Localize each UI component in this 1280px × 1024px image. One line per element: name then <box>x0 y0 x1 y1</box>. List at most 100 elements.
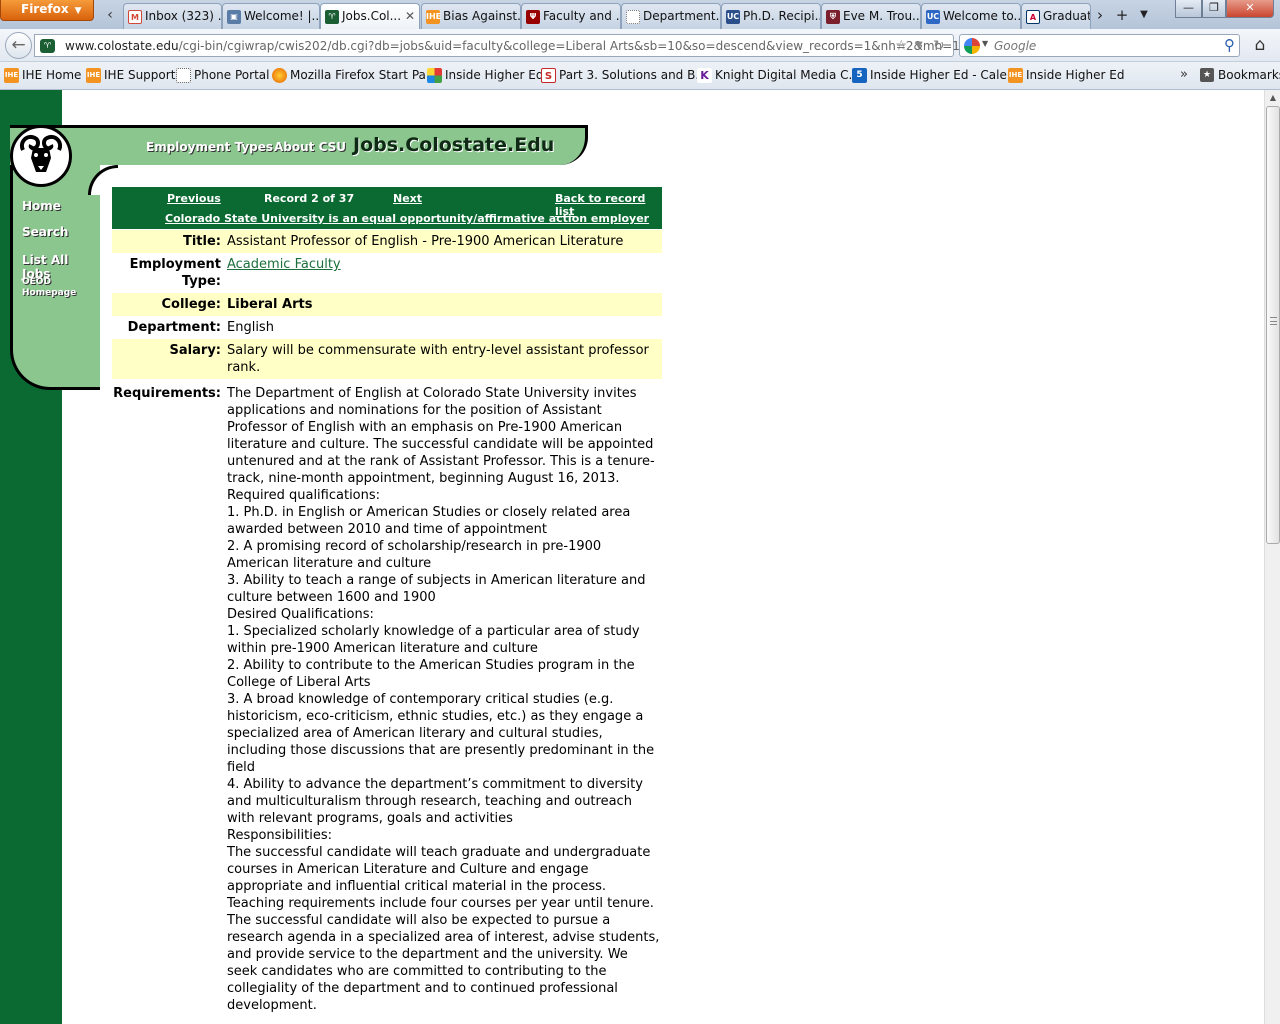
tab-graduate[interactable]: A Graduat <box>1021 3 1091 29</box>
site-title[interactable]: Jobs.Colostate.Edu <box>353 134 554 156</box>
bookmarks-overflow-icon[interactable]: » <box>1180 67 1188 82</box>
new-tab-icon[interactable]: + <box>1112 4 1132 26</box>
required-qualifications-heading: Required qualifications: <box>227 488 381 503</box>
minimize-icon[interactable]: — <box>1175 0 1202 18</box>
header-inner: Employment Types About CSU Jobs.Colostat… <box>10 128 585 165</box>
side-nav-search[interactable]: Search <box>22 225 68 239</box>
penn-icon: ⛨ <box>826 10 840 24</box>
navigation-toolbar: ← ♈ www.colostate.edu/cgi-bin/cgiwrap/cw… <box>0 29 1280 62</box>
scrollbar-thumb[interactable] <box>1266 106 1280 544</box>
tab-phd-recipients[interactable]: UC Ph.D. Recipi... <box>721 3 821 29</box>
job-title-value: Assistant Professor of English - Pre-190… <box>227 234 624 249</box>
bookmark-label: Mozilla Firefox Start Pa... <box>290 68 438 82</box>
bookmark-knight-digital[interactable]: K Knight Digital Media C... <box>697 68 860 83</box>
tab-bias-against[interactable]: IHE Bias Against... <box>421 3 521 29</box>
scrollbar-grip-icon <box>1270 317 1277 325</box>
bookmark-label: Inside Higher Ed - Cale... <box>870 68 1019 82</box>
requirement-item: 2. A promising record of scholarship/res… <box>227 539 602 571</box>
desired-item: 2. Ability to contribute to the American… <box>227 658 635 690</box>
bookmark-ihe-home[interactable]: IHE IHE Home <box>4 68 82 83</box>
bookmarks-menu-label: Bookmarks <box>1218 68 1280 82</box>
google-icon[interactable] <box>964 38 980 54</box>
bookmark-label: Part 3. Solutions and B... <box>559 68 707 82</box>
bookmark-label: Inside Higher Ed <box>445 68 544 82</box>
blank-page-icon <box>626 10 640 24</box>
dropdown-arrow-icon: ▼ <box>74 6 82 16</box>
tab-close-icon[interactable]: ✕ <box>405 9 415 23</box>
reload-icon[interactable]: ↻ <box>933 38 945 54</box>
s-icon: S <box>541 68 556 83</box>
side-nav-home[interactable]: Home <box>22 199 61 213</box>
uc-icon: UC <box>726 10 740 24</box>
bookmark-inside-higher-ed[interactable]: Inside Higher Ed <box>427 68 544 83</box>
calendar-icon: 5 <box>852 68 867 83</box>
tab-welcome-to[interactable]: UC Welcome to... <box>921 3 1021 29</box>
tab-eve-trou[interactable]: ⛨ Eve M. Trou... <box>821 3 921 29</box>
record-navigation-bar: Previous Record 2 of 37 Next Back to rec… <box>112 187 662 229</box>
search-icon[interactable]: ⚲ <box>1224 36 1235 54</box>
url-bar[interactable]: ♈ www.colostate.edu/cgi-bin/cgiwrap/cwis… <box>34 34 960 57</box>
tab-inbox[interactable]: M Inbox (323) ... <box>123 3 222 29</box>
tab-label: Department... <box>643 9 721 23</box>
arizona-icon: A <box>1026 10 1040 24</box>
row-employment-type: Employment Type: Academic Faculty <box>112 253 662 293</box>
tab-scroll-right-icon[interactable]: › <box>1090 4 1110 26</box>
tab-faculty-and[interactable]: Ψ Faculty and ... <box>521 3 621 29</box>
browser-chrome: Firefox ▼ ‹ M Inbox (323) ... ▣ Welcome! |.… <box>0 0 1280 90</box>
bookmark-label: IHE Home <box>22 68 82 82</box>
bookmark-firefox-start[interactable]: Mozilla Firefox Start Pa... <box>272 68 438 83</box>
back-arrow-icon: ← <box>11 35 26 55</box>
employment-type-label: Employment Type: <box>129 257 221 289</box>
tab-department[interactable]: Department... <box>621 3 721 29</box>
tab-jobs-colostate[interactable]: ♈ Jobs.Col... ✕ <box>320 3 420 29</box>
nav-employment-types[interactable]: Employment Types <box>146 140 273 154</box>
bookmark-star-icon[interactable]: ☆ <box>895 38 908 54</box>
site-identity-icon[interactable]: ♈ <box>40 39 55 53</box>
desired-qualifications-heading: Desired Qualifications: <box>227 607 374 622</box>
bookmark-inside-higher-ed-2[interactable]: IHE Inside Higher Ed <box>1008 68 1124 83</box>
department-label: Department: <box>127 320 221 335</box>
search-box[interactable]: ▼ ⚲ <box>959 34 1240 57</box>
home-button[interactable]: ⌂ <box>1248 34 1272 57</box>
home-icon: ⌂ <box>1254 35 1266 55</box>
page-viewport: Home Search List All Jobs OEOD Homepage … <box>0 90 1264 1024</box>
vertical-scrollbar[interactable]: ▲ <box>1264 90 1280 1024</box>
bookmark-phone-portal[interactable]: Phone Portal <box>176 68 269 83</box>
tab-label: Graduat <box>1043 9 1091 23</box>
firefox-icon <box>272 68 287 83</box>
previous-record-link[interactable]: Previous <box>167 192 221 205</box>
bookmark-ihe-support[interactable]: IHE IHE Support <box>86 68 175 83</box>
list-all-tabs-icon[interactable]: ▼ <box>1134 4 1154 26</box>
tab-scroll-left-icon[interactable]: ‹ <box>102 4 118 26</box>
side-nav-oeod-homepage[interactable]: OEOD Homepage <box>22 277 76 299</box>
bookmarks-star-icon: ★ <box>1200 68 1214 82</box>
bookmarks-menu-button[interactable]: ★ Bookmarks <box>1200 68 1280 82</box>
requirements-label: Requirements: <box>113 386 221 401</box>
tab-welcome[interactable]: ▣ Welcome! |... <box>222 3 320 29</box>
job-detail-table: Title: Assistant Professor of English - … <box>112 230 662 1017</box>
ram-head-icon <box>15 130 67 182</box>
url-history-dropdown-icon[interactable]: ▼ <box>915 40 923 51</box>
employment-type-link[interactable]: Academic Faculty <box>227 257 341 272</box>
tab-label: Eve M. Trou... <box>843 9 921 23</box>
gmail-icon: M <box>128 10 142 24</box>
eoe-statement-link[interactable]: Colorado State University is an equal op… <box>165 212 649 225</box>
url-text: www.colostate.edu/cgi-bin/cgiwrap/cwis20… <box>65 39 960 53</box>
ucla-icon: UC <box>926 10 940 24</box>
requirement-item: 3. Ability to teach a range of subjects … <box>227 573 646 605</box>
firefox-menu-button[interactable]: Firefox ▼ <box>0 0 94 21</box>
nav-about-csu[interactable]: About CSU <box>274 140 346 154</box>
maximize-icon[interactable]: ❐ <box>1202 0 1226 18</box>
search-engine-dropdown-icon[interactable]: ▼ <box>982 39 988 48</box>
bookmark-part3-solutions[interactable]: S Part 3. Solutions and B... <box>541 68 707 83</box>
next-record-link[interactable]: Next <box>393 192 422 205</box>
ihe-icon: IHE <box>4 68 19 83</box>
back-button[interactable]: ← <box>5 32 32 59</box>
tab-label: Faculty and ... <box>543 9 621 23</box>
bookmark-ihe-calendar[interactable]: 5 Inside Higher Ed - Cale... <box>852 68 1019 83</box>
scroll-up-arrow-icon[interactable]: ▲ <box>1265 90 1280 106</box>
window-close-icon[interactable]: ✕ <box>1226 0 1274 18</box>
search-input[interactable] <box>994 38 1214 54</box>
ihe-icon: IHE <box>86 68 101 83</box>
csu-ram-logo-icon[interactable] <box>10 125 72 187</box>
